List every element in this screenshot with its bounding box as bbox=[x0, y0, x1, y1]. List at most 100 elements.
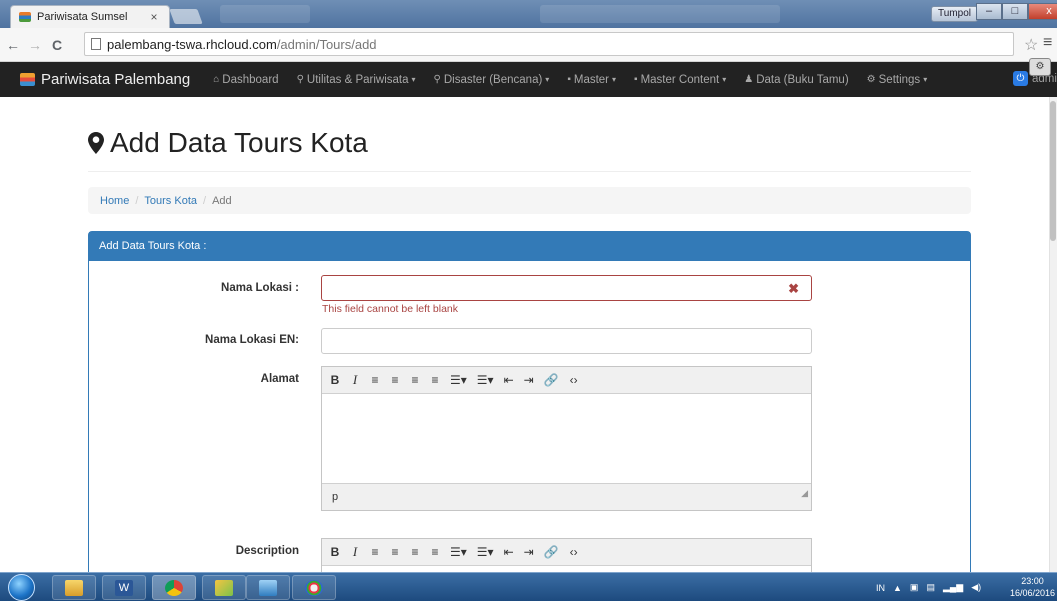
alamat-label: Alamat bbox=[260, 373, 299, 385]
align-left-button[interactable]: ≡ bbox=[370, 373, 380, 387]
browser-menu-icon[interactable]: ≡ bbox=[1043, 34, 1052, 52]
taskbar-app[interactable] bbox=[202, 575, 246, 600]
browser-tabstrip: Pariwisata Sumsel × Tumpol – □ x bbox=[0, 0, 1057, 28]
form-panel: Add Data Tours Kota : Nama Lokasi : ✖ Th… bbox=[88, 231, 971, 576]
browser-user-chip[interactable]: Tumpol bbox=[931, 6, 978, 22]
bold-button[interactable]: B bbox=[330, 373, 340, 387]
nav-item-master[interactable]: ▪ Master ▾ bbox=[567, 74, 616, 86]
nama-lokasi-error: This field cannot be left blank bbox=[322, 303, 458, 315]
nama-lokasi-input[interactable]: ✖ bbox=[321, 275, 812, 301]
volume-icon[interactable]: ◀) bbox=[971, 582, 981, 593]
align-left-button[interactable]: ≡ bbox=[370, 545, 380, 559]
nav-item-label: Settings bbox=[878, 73, 921, 86]
align-right-button[interactable]: ≡ bbox=[410, 373, 420, 387]
nav-item-dashboard[interactable]: ⌂ Dashboard bbox=[213, 74, 278, 86]
taskbar-paint[interactable] bbox=[292, 575, 336, 600]
back-button[interactable]: ← bbox=[4, 37, 22, 53]
chrome-icon bbox=[165, 579, 183, 596]
indent-button[interactable]: ⇥ bbox=[524, 373, 534, 387]
network-icon[interactable]: ▤ bbox=[926, 582, 935, 593]
align-justify-button[interactable]: ≡ bbox=[430, 373, 440, 387]
address-bar[interactable]: palembang-tswa.rhcloud.com/admin/Tours/a… bbox=[84, 32, 1014, 56]
nav-item-utilitas-pariwisata[interactable]: ⚲ Utilitas & Pariwisata ▾ bbox=[297, 74, 416, 86]
navbar-brand[interactable]: Pariwisata Palembang bbox=[20, 71, 190, 88]
tab-title: Pariwisata Sumsel bbox=[37, 11, 128, 23]
home-icon: ⌂ bbox=[213, 74, 220, 85]
outdent-button[interactable]: ⇤ bbox=[504, 373, 514, 387]
link-button[interactable]: 🔗 bbox=[544, 373, 559, 387]
taskbar-chrome[interactable] bbox=[152, 575, 196, 600]
maximize-button[interactable]: □ bbox=[1002, 3, 1028, 20]
reload-button[interactable]: C bbox=[48, 37, 66, 53]
start-button[interactable] bbox=[8, 574, 35, 601]
system-tray: IN ▲ ▣ ▤ ▂▄▆ ◀) bbox=[876, 573, 989, 601]
panel-heading: Add Data Tours Kota : bbox=[89, 232, 970, 261]
nav-item-disaster[interactable]: ⚲ Disaster (Bencana) ▾ bbox=[434, 74, 550, 86]
source-code-button[interactable]: ‹› bbox=[569, 373, 579, 387]
folder-icon: ▪ bbox=[567, 74, 571, 85]
bold-button[interactable]: B bbox=[330, 545, 340, 559]
nama-lokasi-en-input[interactable] bbox=[321, 328, 812, 354]
nama-lokasi-en-label: Nama Lokasi EN: bbox=[205, 334, 299, 346]
align-justify-button[interactable]: ≡ bbox=[430, 545, 440, 559]
map-marker-icon bbox=[88, 132, 104, 154]
taskbar-window-blur bbox=[540, 5, 780, 23]
bookmark-star-icon[interactable]: ☆ bbox=[1024, 35, 1038, 55]
nav-item-label: Master bbox=[573, 73, 610, 86]
minimize-button[interactable]: – bbox=[976, 3, 1002, 20]
language-indicator[interactable]: IN bbox=[876, 583, 885, 593]
tray-app-icon[interactable]: ▣ bbox=[910, 582, 919, 593]
bullet-list-button[interactable]: ☰▾ bbox=[450, 545, 467, 559]
bullet-list-button[interactable]: ☰▾ bbox=[450, 373, 467, 387]
browser-tab[interactable]: Pariwisata Sumsel × bbox=[10, 5, 170, 28]
taskbar-clock[interactable]: 23:00 16/06/2016 bbox=[1010, 575, 1055, 599]
extension-icon[interactable]: ⚙ bbox=[1029, 58, 1051, 76]
taskbar-photo-viewer[interactable] bbox=[246, 575, 290, 600]
taskbar-explorer[interactable] bbox=[52, 575, 96, 600]
resize-handle-icon[interactable]: ◢ bbox=[801, 480, 808, 507]
breadcrumb-tours-kota[interactable]: Tours Kota bbox=[144, 195, 197, 207]
source-code-button[interactable]: ‹› bbox=[569, 545, 579, 559]
url-path: /admin/Tours/add bbox=[276, 36, 377, 52]
paint-icon bbox=[305, 579, 323, 596]
page-title-text: Add Data Tours Kota bbox=[110, 127, 368, 158]
align-center-button[interactable]: ≡ bbox=[390, 545, 400, 559]
editor-path: p bbox=[332, 491, 339, 503]
nav-item-settings[interactable]: ⚙ Settings ▾ bbox=[867, 74, 928, 86]
alamat-editor[interactable]: B I ≡ ≡ ≡ ≡ ☰▾ ☰▾ ⇤ ⇥ 🔗 ‹› p ◢ bbox=[321, 366, 812, 511]
outdent-button[interactable]: ⇤ bbox=[504, 545, 514, 559]
align-right-button[interactable]: ≡ bbox=[410, 545, 420, 559]
nav-item-buku-tamu[interactable]: ♟ Data (Buku Tamu) bbox=[744, 74, 848, 86]
new-tab-button[interactable] bbox=[169, 9, 203, 24]
alamat-editor-area[interactable] bbox=[322, 394, 811, 483]
forward-button[interactable]: → bbox=[26, 37, 44, 53]
numbered-list-button[interactable]: ☰▾ bbox=[477, 373, 494, 387]
align-center-button[interactable]: ≡ bbox=[390, 373, 400, 387]
brand-logo-icon bbox=[20, 73, 35, 86]
taskbar-window-blur bbox=[220, 5, 310, 23]
app-icon bbox=[215, 579, 233, 596]
indent-button[interactable]: ⇥ bbox=[524, 545, 534, 559]
italic-button[interactable]: I bbox=[350, 372, 360, 388]
breadcrumb-current: Add bbox=[212, 194, 232, 207]
page-icon bbox=[91, 38, 101, 50]
caret-down-icon: ▾ bbox=[722, 75, 727, 84]
nav-item-master-content[interactable]: ▪ Master Content ▾ bbox=[634, 74, 726, 86]
page-scrollbar[interactable] bbox=[1049, 97, 1057, 572]
tab-close-icon[interactable]: × bbox=[147, 10, 161, 24]
nav-item-label: Disaster (Bencana) bbox=[443, 73, 543, 86]
scrollbar-thumb[interactable] bbox=[1050, 101, 1056, 241]
link-button[interactable]: 🔗 bbox=[544, 545, 559, 559]
italic-button[interactable]: I bbox=[350, 544, 360, 560]
breadcrumb-home[interactable]: Home bbox=[100, 195, 129, 207]
caret-down-icon: ▾ bbox=[411, 75, 416, 84]
map-marker-icon: ⚲ bbox=[296, 74, 304, 85]
taskbar-word[interactable]: W bbox=[102, 575, 146, 600]
breadcrumb: Home / Tours Kota / Add bbox=[88, 187, 971, 214]
close-window-button[interactable]: x bbox=[1028, 3, 1057, 20]
signal-icon[interactable]: ▂▄▆ bbox=[943, 582, 963, 593]
numbered-list-button[interactable]: ☰▾ bbox=[477, 545, 494, 559]
page-content: Add Data Tours Kota Home / Tours Kota / … bbox=[0, 97, 1050, 576]
description-editor[interactable]: B I ≡ ≡ ≡ ≡ ☰▾ ☰▾ ⇤ ⇥ 🔗 ‹› bbox=[321, 538, 812, 576]
tray-expand-icon[interactable]: ▲ bbox=[893, 583, 902, 593]
